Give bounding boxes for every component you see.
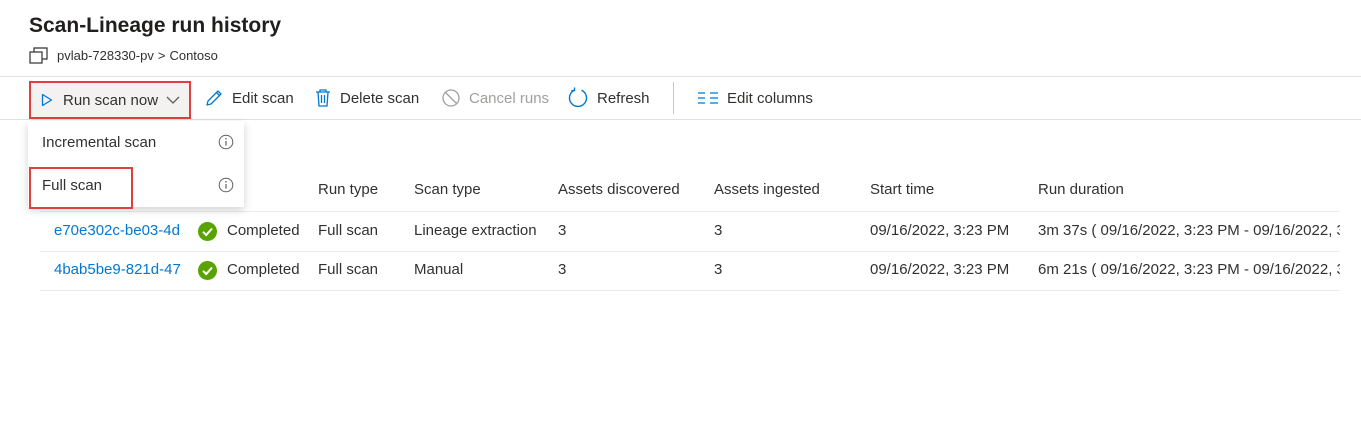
- play-icon: [41, 93, 53, 107]
- check-circle-icon: [198, 221, 217, 241]
- refresh-icon: [568, 87, 588, 108]
- run-duration-cell: 6m 21s ( 09/16/2022, 3:23 PM - 09/16/202…: [1038, 261, 1340, 278]
- scan-type-cell: Manual: [414, 261, 464, 278]
- check-circle-icon: [198, 260, 217, 280]
- status-label: Completed: [227, 261, 300, 278]
- breadcrumb: pvlab-728330-pv > Contoso: [29, 45, 218, 65]
- row-divider: [40, 290, 1340, 291]
- run-scan-now-button[interactable]: Run scan now: [29, 81, 191, 119]
- run-scan-now-label: Run scan now: [63, 91, 159, 109]
- assets-discovered-cell: 3: [558, 222, 567, 239]
- delete-scan-label: Delete scan: [340, 89, 420, 107]
- page-title: Scan-Lineage run history: [29, 14, 282, 37]
- info-icon[interactable]: [218, 134, 234, 150]
- assets-ingested-cell: 3: [714, 222, 723, 239]
- cancel-runs-label: Cancel runs: [469, 89, 550, 107]
- copy-icon: [29, 47, 48, 64]
- edit-scan-button[interactable]: Edit scan: [204, 77, 294, 119]
- edit-columns-label: Edit columns: [727, 89, 813, 107]
- incremental-scan-label: Incremental scan: [42, 133, 157, 151]
- start-time-cell: 09/16/2022, 3:23 PM: [870, 222, 1010, 239]
- refresh-label: Refresh: [597, 89, 650, 107]
- breadcrumb-current: Contoso: [169, 47, 218, 63]
- info-icon[interactable]: [218, 177, 234, 193]
- run-id-link[interactable]: 4bab5be9-821d-47: [54, 251, 184, 289]
- incremental-scan-option[interactable]: Incremental scan: [28, 122, 244, 162]
- run-type-cell: Full scan: [318, 222, 379, 239]
- column-header-assets-ingested[interactable]: Assets ingested: [714, 170, 820, 210]
- breadcrumb-separator: >: [157, 47, 166, 63]
- run-duration-cell: 3m 37s ( 09/16/2022, 3:23 PM - 09/16/202…: [1038, 222, 1340, 239]
- scan-type-cell: Lineage extraction: [414, 222, 537, 239]
- status-label: Completed: [227, 222, 300, 239]
- assets-discovered-cell: 3: [558, 261, 567, 278]
- cancel-runs-button[interactable]: Cancel runs: [441, 77, 549, 119]
- toolbar-divider: [673, 82, 674, 114]
- status-cell: Completed: [198, 251, 300, 289]
- column-header-start-time[interactable]: Start time: [870, 170, 934, 210]
- trash-icon: [316, 89, 330, 107]
- column-header-assets-discovered[interactable]: Assets discovered: [558, 170, 680, 210]
- edit-scan-label: Edit scan: [232, 89, 294, 107]
- run-id-link[interactable]: e70e302c-be03-4d: [54, 212, 184, 250]
- assets-ingested-cell: 3: [714, 261, 723, 278]
- status-cell: Completed: [198, 212, 300, 250]
- chevron-down-icon: [166, 96, 180, 104]
- run-scan-dropdown: Incremental scan Full scan: [28, 121, 244, 207]
- pencil-icon: [206, 90, 222, 106]
- columns-icon: [698, 92, 718, 104]
- delete-scan-button[interactable]: Delete scan: [314, 77, 419, 119]
- start-time-cell: 09/16/2022, 3:23 PM: [870, 261, 1010, 278]
- cancel-icon: [442, 89, 460, 107]
- breadcrumb-parent[interactable]: pvlab-728330-pv: [57, 48, 154, 63]
- edit-columns-button[interactable]: Edit columns: [697, 77, 813, 119]
- full-scan-option[interactable]: Full scan: [28, 165, 244, 205]
- column-header-scan-type[interactable]: Scan type: [414, 170, 481, 210]
- full-scan-label: Full scan: [42, 176, 103, 194]
- refresh-button[interactable]: Refresh: [567, 77, 650, 119]
- column-header-run-duration[interactable]: Run duration: [1038, 170, 1124, 210]
- column-header-run-type[interactable]: Run type: [318, 170, 378, 210]
- run-type-cell: Full scan: [318, 261, 379, 278]
